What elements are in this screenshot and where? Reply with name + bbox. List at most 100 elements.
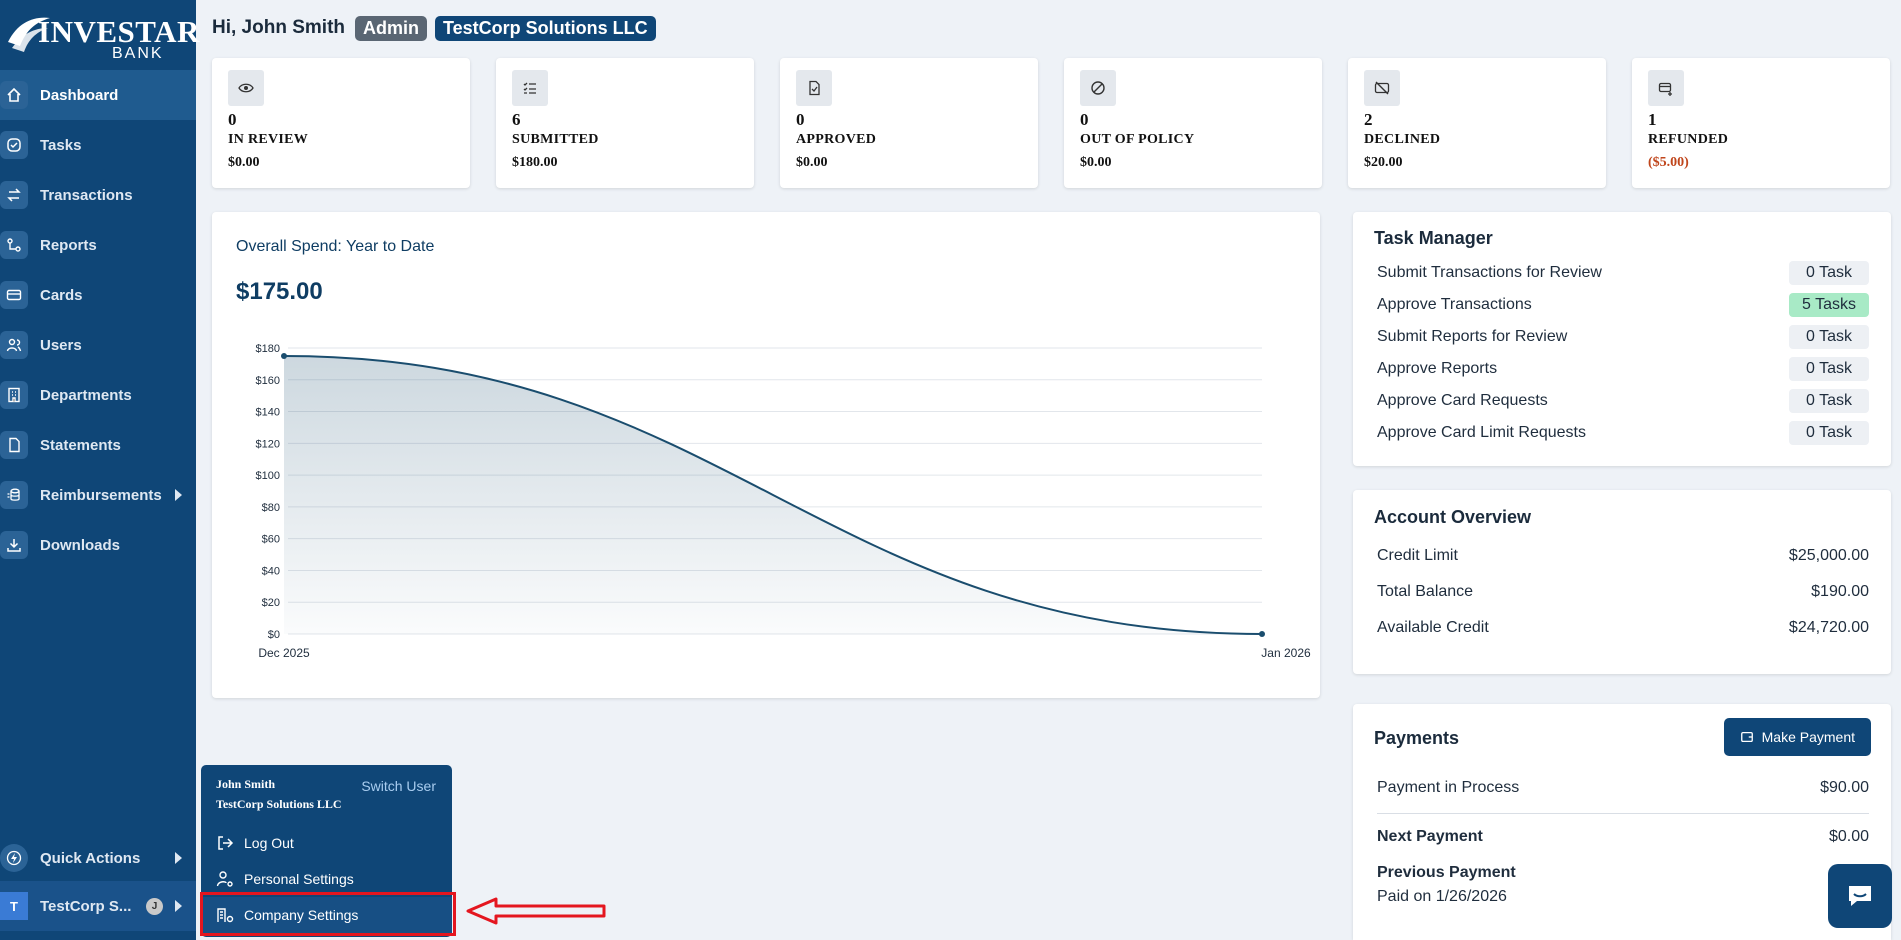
sidebar-item-tasks[interactable]: Tasks [0,120,196,170]
stat-amount: $0.00 [228,155,260,170]
chat-button[interactable] [1828,864,1892,928]
check-circle-icon [0,131,28,159]
task-count-pill[interactable]: 0 Task [1789,421,1869,445]
payment-row: Paid on 1/26/2026 $ [1377,888,1869,906]
task-label: Approve Card Requests [1377,392,1548,409]
stat-amount: ($5.00) [1648,155,1689,170]
home-icon [0,81,28,109]
company-initial-badge: T [0,892,28,920]
annotation-highlight-box [200,892,456,936]
account-value: $24,720.00 [1788,619,1869,636]
user-gear-icon [216,871,233,887]
sidebar-item-label: Reimbursements [40,486,162,504]
stat-label: OUT OF POLICY [1080,132,1195,147]
spend-area-chart[interactable]: $0 $20 $40 $60 $80 $100 $120 $140 $160 $180 Dec 20… [212,322,1320,662]
account-label: Available Credit [1377,619,1489,636]
lightning-icon [0,844,28,872]
sidebar-item-label: Reports [40,236,97,254]
download-icon [0,531,28,559]
y-tick-label: $160 [256,375,280,387]
task-count-pill[interactable]: 5 Tasks [1789,293,1869,317]
popup-company-name: TestCorp Solutions LLC [216,797,342,811]
y-tick-label: $180 [256,343,280,355]
coins-icon [0,481,28,509]
data-point[interactable] [281,352,287,359]
task-row[interactable]: Submit Transactions for Review 0 Task [1377,261,1869,285]
stat-count: 0 [796,110,805,129]
data-point[interactable] [1259,631,1265,637]
sidebar-item-cards[interactable]: Cards [0,270,196,320]
stat-count: 6 [512,110,521,129]
panel-title: Payments [1374,728,1460,748]
account-row: Credit Limit $25,000.00 [1377,547,1869,565]
payments-panel: Payments Make Payment Payment in Process… [1353,704,1891,940]
sidebar: INVESTAR BANK Dashboard Tasks Transactio… [0,0,199,940]
list-check-icon [512,70,548,106]
sidebar-item-statements[interactable]: Statements [0,420,196,470]
stat-card-refunded[interactable]: 1 REFUNDED ($5.00) [1632,58,1890,188]
chevron-right-icon[interactable] [175,852,182,864]
avatar: J [146,898,163,915]
task-row[interactable]: Approve Transactions 5 Tasks [1377,293,1869,317]
task-label: Submit Transactions for Review [1377,264,1602,281]
sidebar-item-label: Transactions [40,186,133,204]
task-count-pill[interactable]: 0 Task [1789,357,1869,381]
role-badge: Admin [355,15,427,41]
payment-date: Paid on 1/26/2026 [1377,888,1507,905]
stat-card-out-of-policy[interactable]: 0 OUT OF POLICY $0.00 [1064,58,1322,188]
account-row: Total Balance $190.00 [1377,583,1869,601]
task-row[interactable]: Approve Card Limit Requests 0 Task [1377,421,1869,445]
stat-card-in-review[interactable]: 0 IN REVIEW $0.00 [212,58,470,188]
chevron-right-icon[interactable] [175,489,182,501]
sidebar-item-downloads[interactable]: Downloads [0,520,196,570]
switch-user-link[interactable]: Switch User [361,778,436,794]
card-off-icon [1364,70,1400,106]
make-payment-label: Make Payment [1761,729,1855,745]
greeting: Hi, John Smith [212,17,345,38]
task-row[interactable]: Submit Reports for Review 0 Task [1377,325,1869,349]
sidebar-item-dashboard[interactable]: Dashboard [0,70,196,120]
task-count-pill[interactable]: 0 Task [1789,261,1869,285]
sidebar-item-transactions[interactable]: Transactions [0,170,196,220]
stat-card-declined[interactable]: 2 DECLINED $20.00 [1348,58,1606,188]
sidebar-item-label: Downloads [40,536,121,554]
panel-title: Account Overview [1374,507,1532,527]
chevron-right-icon[interactable] [175,900,182,912]
sidebar-item-company-switcher[interactable]: T TestCorp S... J [0,881,196,931]
sidebar-item-departments[interactable]: Departments [0,370,196,420]
stat-count: 0 [1080,110,1089,129]
brand-sub: BANK [112,45,164,62]
payment-row: Next Payment $0.00 [1377,828,1869,846]
spend-chart-card: Overall Spend: Year to Date $175.00 $0 $2… [212,212,1320,698]
card-refund-icon [1648,70,1684,106]
task-count-pill[interactable]: 0 Task [1789,325,1869,349]
arrows-exchange-icon [0,181,28,209]
payment-value: $90.00 [1820,779,1869,796]
task-row[interactable]: Approve Card Requests 0 Task [1377,389,1869,413]
panel-title: Task Manager [1374,228,1493,248]
account-overview-panel: Account Overview Credit Limit $25,000.00… [1353,490,1891,674]
sidebar-item-reports[interactable]: Reports [0,220,196,270]
sidebar-item-quick-actions[interactable]: Quick Actions [0,833,196,883]
stat-count: 2 [1364,110,1373,129]
payment-row: Payment in Process $90.00 [1377,779,1869,797]
y-tick-label: $80 [262,502,280,514]
company-badge: TestCorp Solutions LLC [435,15,656,41]
sidebar-nav: Dashboard Tasks Transactions Reports Car… [0,70,196,570]
sidebar-item-reimbursements[interactable]: Reimbursements [0,470,196,520]
task-label: Submit Reports for Review [1377,328,1568,345]
stat-card-submitted[interactable]: 6 SUBMITTED $180.00 [496,58,754,188]
make-payment-button[interactable]: Make Payment [1723,718,1871,756]
sidebar-item-users[interactable]: Users [0,320,196,370]
annotation-arrow-icon [466,897,606,925]
stat-card-approved[interactable]: 0 APPROVED $0.00 [780,58,1038,188]
sidebar-item-label: Quick Actions [40,849,141,867]
bank-logo[interactable]: INVESTAR BANK [0,8,199,64]
task-manager-panel: Task Manager Submit Transactions for Rev… [1353,212,1891,466]
chart-title: Overall Spend: Year to Date [236,238,435,255]
task-count-pill[interactable]: 0 Task [1789,389,1869,413]
stat-count: 0 [228,110,237,129]
x-tick-label: Dec 2025 [258,646,310,660]
menu-item-log-out[interactable]: Log Out [201,825,452,861]
task-row[interactable]: Approve Reports 0 Task [1377,357,1869,381]
